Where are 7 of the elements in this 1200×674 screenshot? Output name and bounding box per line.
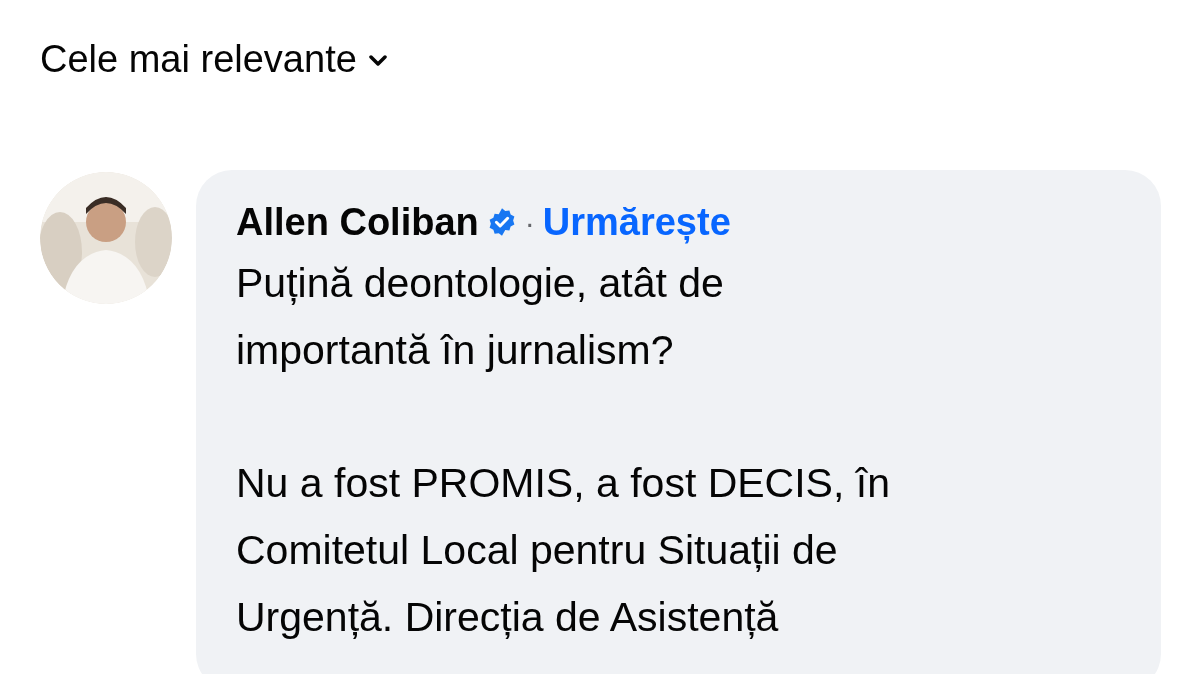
comment-text: Puțină deontologie, atât de importantă în jurnalism? [236,259,725,375]
chevron-down-icon[interactable] [368,55,387,67]
comment-text: Nu a fost PROMIS, a fost DECIS, în Comitetul Local pentru Situații de Urgență. Direcția de Asistență [236,459,891,642]
follow-link[interactable]: Urmărește [542,196,731,248]
separator-dot: · [524,204,535,241]
author-name[interactable]: Allen Coliban [236,196,479,248]
sort-label[interactable]: Cele mai relevante [40,36,357,82]
